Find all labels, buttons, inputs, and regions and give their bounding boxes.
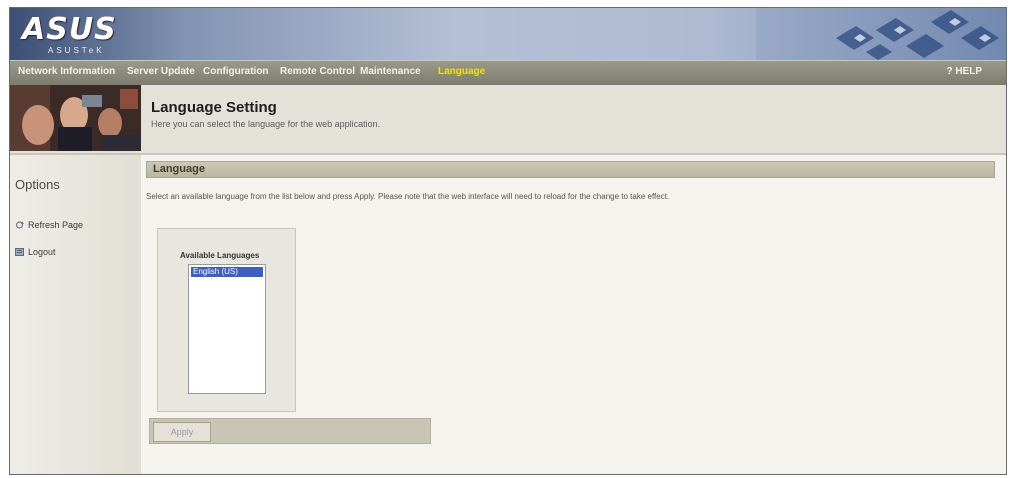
sidebar: Options Refresh Page Logout bbox=[10, 155, 142, 474]
page-description: Here you can select the language for the… bbox=[151, 119, 381, 129]
nav-remote-control[interactable]: Remote Control bbox=[280, 66, 355, 77]
logout-label: Logout bbox=[28, 247, 56, 257]
help-link[interactable]: ? HELP bbox=[946, 66, 982, 77]
asus-logo: ASUS bbox=[22, 12, 117, 47]
language-listbox[interactable]: English (US) bbox=[188, 264, 266, 394]
available-languages-label: Available Languages bbox=[180, 251, 260, 260]
options-title: Options bbox=[15, 177, 60, 192]
language-option-selected[interactable]: English (US) bbox=[191, 267, 263, 277]
nav-configuration[interactable]: Configuration bbox=[203, 66, 269, 77]
refresh-icon bbox=[15, 221, 24, 229]
refresh-page-label: Refresh Page bbox=[28, 220, 84, 230]
main-content: Language Select an available language fr… bbox=[141, 155, 1006, 474]
nav-maintenance[interactable]: Maintenance bbox=[360, 66, 421, 77]
refresh-page-link[interactable]: Refresh Page bbox=[15, 220, 83, 230]
nav-server-update[interactable]: Server Update bbox=[127, 66, 195, 77]
app-window: ASUS ASUSTeK Network Information Server … bbox=[9, 7, 1007, 475]
logout-icon bbox=[15, 248, 24, 256]
top-banner: ASUS ASUSTeK bbox=[10, 8, 1006, 60]
apply-button[interactable]: Apply bbox=[153, 422, 211, 442]
instructions-text: Select an available language from the li… bbox=[146, 192, 670, 201]
header-photo bbox=[10, 85, 141, 151]
logout-link[interactable]: Logout bbox=[15, 247, 56, 257]
main-nav: Network Information Server Update Config… bbox=[10, 60, 1006, 86]
nav-network-information[interactable]: Network Information bbox=[18, 66, 115, 77]
banner-graphic bbox=[756, 8, 1006, 60]
page-title: Language Setting bbox=[151, 99, 277, 116]
language-panel: Available Languages English (US) bbox=[157, 228, 296, 412]
section-title: Language bbox=[153, 163, 205, 175]
logo-tagline: ASUSTeK bbox=[48, 46, 105, 55]
section-header: Language bbox=[146, 161, 995, 178]
nav-language[interactable]: Language bbox=[438, 66, 485, 77]
page-header: Language Setting Here you can select the… bbox=[10, 85, 1006, 155]
button-bar: Apply bbox=[149, 418, 431, 444]
